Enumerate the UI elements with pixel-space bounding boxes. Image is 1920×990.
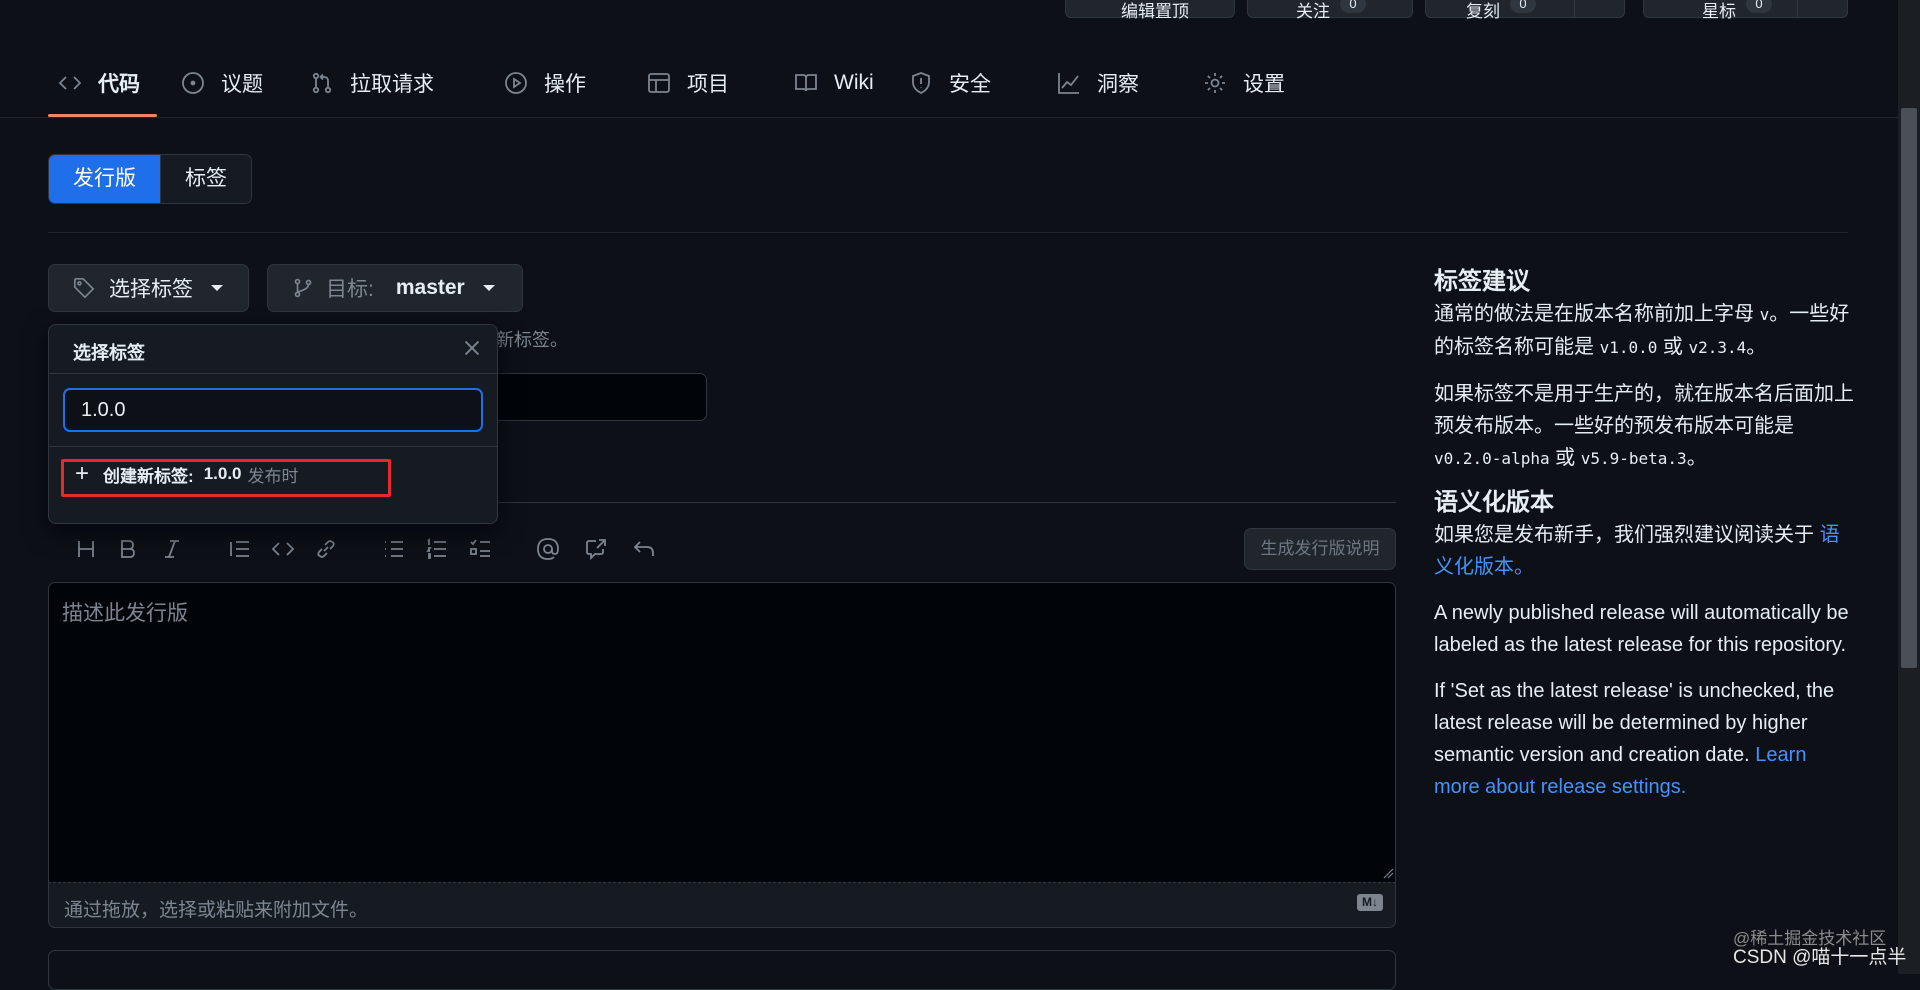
target-branch-button[interactable]: 目标: master [267,264,523,312]
text: 或 [1555,447,1576,469]
create-tag-suffix: 发布时 [247,466,299,486]
pull-request-icon [312,72,332,94]
choose-tag-label: 选择标签 [109,278,193,301]
ordered-list-icon[interactable] [425,537,449,561]
choose-tag-button[interactable]: 选择标签 [48,264,249,312]
release-options-box [48,950,1396,990]
text: 。 [1746,336,1767,358]
page-scrollbar[interactable] [1898,0,1920,974]
dropdown-title: 选择标签 [73,343,145,363]
semver-title: 语义化版本 [1434,489,1554,516]
tab-settings[interactable]: 设置 [1203,66,1285,100]
bold-icon[interactable] [116,537,140,561]
dropdown-body-divider [49,446,497,447]
gear-icon [1205,73,1225,93]
play-icon [505,72,527,94]
italic-icon[interactable] [160,537,184,561]
active-tab-underline [48,114,157,117]
unchecked-paragraph: If 'Set as the latest release' is unchec… [1434,675,1854,803]
tab-projects-label: 项目 [687,73,729,96]
quote-icon[interactable] [228,537,252,561]
heading-icon[interactable] [74,537,98,561]
releases-tab[interactable]: 发行版 [49,155,160,203]
book-icon [795,74,817,92]
shield-icon [912,72,930,95]
create-tag-value: 1.0.0 [203,464,242,483]
tag-suggestion-paragraph-2: 如果标签不是用于生产的，就在版本名后面加上预发布版本。一些好的预发布版本可能是 … [1434,378,1854,475]
code-example: v5.9-beta.3 [1580,449,1687,468]
choose-tag-dropdown: 选择标签 + 创建新标签: 1.0.0 发布时 [48,324,498,524]
tag-suggestion-paragraph-1: 通常的做法是在版本名称前加上字母 v。一些好的标签名称可能是 v1.0.0 或 … [1434,298,1854,364]
tab-pull-requests-label: 拉取请求 [350,73,434,96]
tab-insights-label: 洞察 [1097,73,1139,96]
cross-reference-icon[interactable] [584,537,608,561]
code-icon [58,76,82,90]
tab-issues-label: 议题 [221,73,263,96]
tags-tab[interactable]: 标签 [160,155,251,203]
resize-handle-icon[interactable] [1382,867,1394,879]
chevron-down-icon [482,285,495,291]
tab-actions[interactable]: 操作 [504,66,586,100]
tab-wiki-label: Wiki [834,71,874,94]
close-icon[interactable] [461,337,483,359]
section-divider [48,232,1848,233]
issue-icon [182,72,204,94]
target-prefix: 目标: [326,278,374,301]
text: 通常的做法是在版本名称前加上字母 [1434,303,1754,325]
dropdown-header-divider [49,373,497,374]
text: 如果标签不是用于生产的，就在版本名后面加上预发布版本。一些好的预发布版本可能是 [1434,383,1854,437]
code-example: v1.0.0 [1599,338,1658,357]
text: 。 [1686,447,1707,469]
code-example: v0.2.0-alpha [1434,449,1550,468]
code-icon[interactable] [271,537,295,561]
code-v: v [1759,305,1770,324]
text: 如果您是发布新手，我们强烈建议阅读关于 [1434,524,1814,546]
tab-issues[interactable]: 议题 [181,66,263,100]
branch-icon [294,278,312,298]
plus-icon: + [75,460,90,487]
file-attach-area[interactable]: 通过拖放，选择或粘贴来附加文件。 [48,882,1396,928]
graph-icon [1058,73,1079,94]
tab-code-label: 代码 [98,73,140,96]
releases-tags-switch: 发行版 标签 [48,154,252,204]
code-example: v2.3.4 [1688,338,1747,357]
tab-code[interactable]: 代码 [58,66,140,100]
generate-release-notes-button[interactable]: 生成发行版说明 [1244,528,1396,570]
tab-security[interactable]: 安全 [909,66,991,100]
tab-security-label: 安全 [949,73,991,96]
table-icon [648,73,670,93]
latest-release-paragraph: A newly published release will automatic… [1434,602,1849,656]
scrollbar-thumb[interactable] [1901,108,1917,668]
create-new-tag-option[interactable]: + 创建新标签: 1.0.0 发布时 [63,459,299,489]
watermark-line-2: CSDN @喵十一点半 [1733,947,1907,968]
semver-paragraph: 如果您是发布新手，我们强烈建议阅读关于 语义化版本。 [1434,519,1854,583]
tag-suggestions-title: 标签建议 [1434,268,1530,295]
text: 或 [1662,336,1683,358]
mention-icon[interactable] [536,537,560,561]
tab-wiki[interactable]: Wiki [794,66,874,100]
tab-settings-label: 设置 [1243,73,1285,96]
tab-actions-label: 操作 [544,73,586,96]
tag-icon [74,278,95,299]
task-list-icon[interactable] [469,537,493,561]
chevron-down-icon [211,285,223,291]
tab-pull-requests[interactable]: 拉取请求 [310,66,434,100]
tag-hint-text: 新标签。 [496,330,568,350]
attach-hint: 通过拖放，选择或粘贴来附加文件。 [64,900,369,921]
release-description-textarea[interactable]: 描述此发行版 [48,582,1396,882]
tag-search-input[interactable] [63,388,483,432]
repo-nav: 代码 议题 拉取请求 操作 项目 Wiki 安全 洞察 设置 [0,0,1898,118]
undo-icon[interactable] [632,537,656,561]
link-icon[interactable] [314,537,338,561]
tag-suggestions: 标签建议 通常的做法是在版本名称前加上字母 v。一些好的标签名称可能是 v1.0… [1434,266,1854,803]
unordered-list-icon[interactable] [382,537,406,561]
target-branch-name: master [395,276,465,299]
tab-insights[interactable]: 洞察 [1057,66,1139,100]
markdown-icon: M↓ [1357,894,1383,911]
create-tag-label: 创建新标签: [103,466,194,486]
tab-projects[interactable]: 项目 [647,66,729,100]
